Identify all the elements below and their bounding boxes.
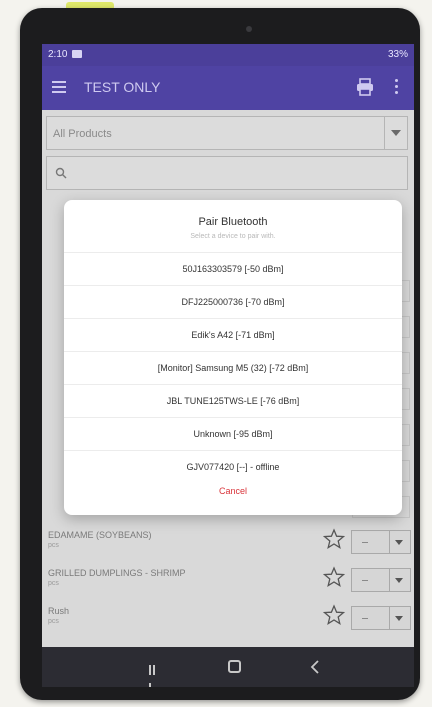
cancel-button[interactable]: Cancel bbox=[64, 486, 402, 496]
bluetooth-device-item[interactable]: GJV077420 [--] - offline bbox=[64, 450, 402, 483]
navigation-bar bbox=[42, 647, 414, 687]
bluetooth-device-item[interactable]: JBL TUNE125TWS-LE [-76 dBm] bbox=[64, 384, 402, 417]
bluetooth-device-item[interactable]: Unknown [-95 dBm] bbox=[64, 417, 402, 450]
bluetooth-device-item[interactable]: [Monitor] Samsung M5 (32) [-72 dBm] bbox=[64, 351, 402, 384]
product-unit: pcs bbox=[48, 542, 59, 549]
quantity-select[interactable] bbox=[351, 530, 411, 554]
app-bar: TEST ONLY bbox=[42, 66, 414, 110]
quantity-select[interactable] bbox=[351, 568, 411, 592]
product-unit: pcs bbox=[48, 580, 59, 587]
product-filter-dropdown[interactable]: All Products bbox=[46, 116, 408, 150]
quantity-select[interactable] bbox=[351, 606, 411, 630]
hamburger-menu-icon[interactable] bbox=[52, 81, 66, 93]
pair-bluetooth-dialog: Pair Bluetooth Select a device to pair w… bbox=[64, 200, 402, 515]
star-icon[interactable] bbox=[323, 566, 345, 588]
back-icon[interactable] bbox=[308, 659, 322, 675]
bluetooth-device-item[interactable]: DFJ225000736 [-70 dBm] bbox=[64, 285, 402, 318]
app-title: TEST ONLY bbox=[84, 79, 161, 95]
status-bar: 2:10 33% bbox=[42, 44, 414, 66]
product-row[interactable]: Rush pcs bbox=[42, 600, 414, 640]
search-input[interactable] bbox=[46, 156, 408, 190]
product-unit: pcs bbox=[48, 618, 59, 625]
search-icon bbox=[55, 167, 67, 179]
product-row[interactable]: GRILLED DUMPLINGS - SHRIMP pcs bbox=[42, 562, 414, 602]
battery-level: 33% bbox=[387, 49, 408, 60]
bluetooth-device-item[interactable]: 50J163303579 [-50 dBm] bbox=[64, 252, 402, 285]
dialog-subtitle: Select a device to pair with. bbox=[190, 233, 276, 240]
product-name: Rush bbox=[48, 606, 70, 616]
product-name: GRILLED DUMPLINGS - SHRIMP bbox=[48, 568, 186, 578]
star-icon[interactable] bbox=[323, 604, 345, 626]
bluetooth-device-item[interactable]: Edik's A42 [-71 dBm] bbox=[64, 318, 402, 351]
product-name: EDAMAME (SOYBEANS) bbox=[48, 530, 152, 540]
product-row[interactable]: EDAMAME (SOYBEANS) pcs bbox=[42, 524, 414, 564]
home-icon[interactable] bbox=[228, 660, 241, 673]
star-icon[interactable] bbox=[323, 528, 345, 550]
recent-apps-icon[interactable] bbox=[149, 662, 159, 687]
status-time: 2:10 bbox=[48, 49, 68, 60]
more-options-icon[interactable] bbox=[395, 79, 399, 95]
printer-icon[interactable] bbox=[356, 78, 374, 96]
front-camera bbox=[246, 26, 252, 32]
chevron-down-icon bbox=[384, 117, 407, 149]
dialog-title: Pair Bluetooth bbox=[198, 216, 268, 228]
notification-icon bbox=[72, 50, 82, 58]
product-filter-value: All Products bbox=[53, 128, 112, 140]
device-screen: 2:10 33% TEST ONLY All Products EDAMAME … bbox=[42, 44, 414, 687]
